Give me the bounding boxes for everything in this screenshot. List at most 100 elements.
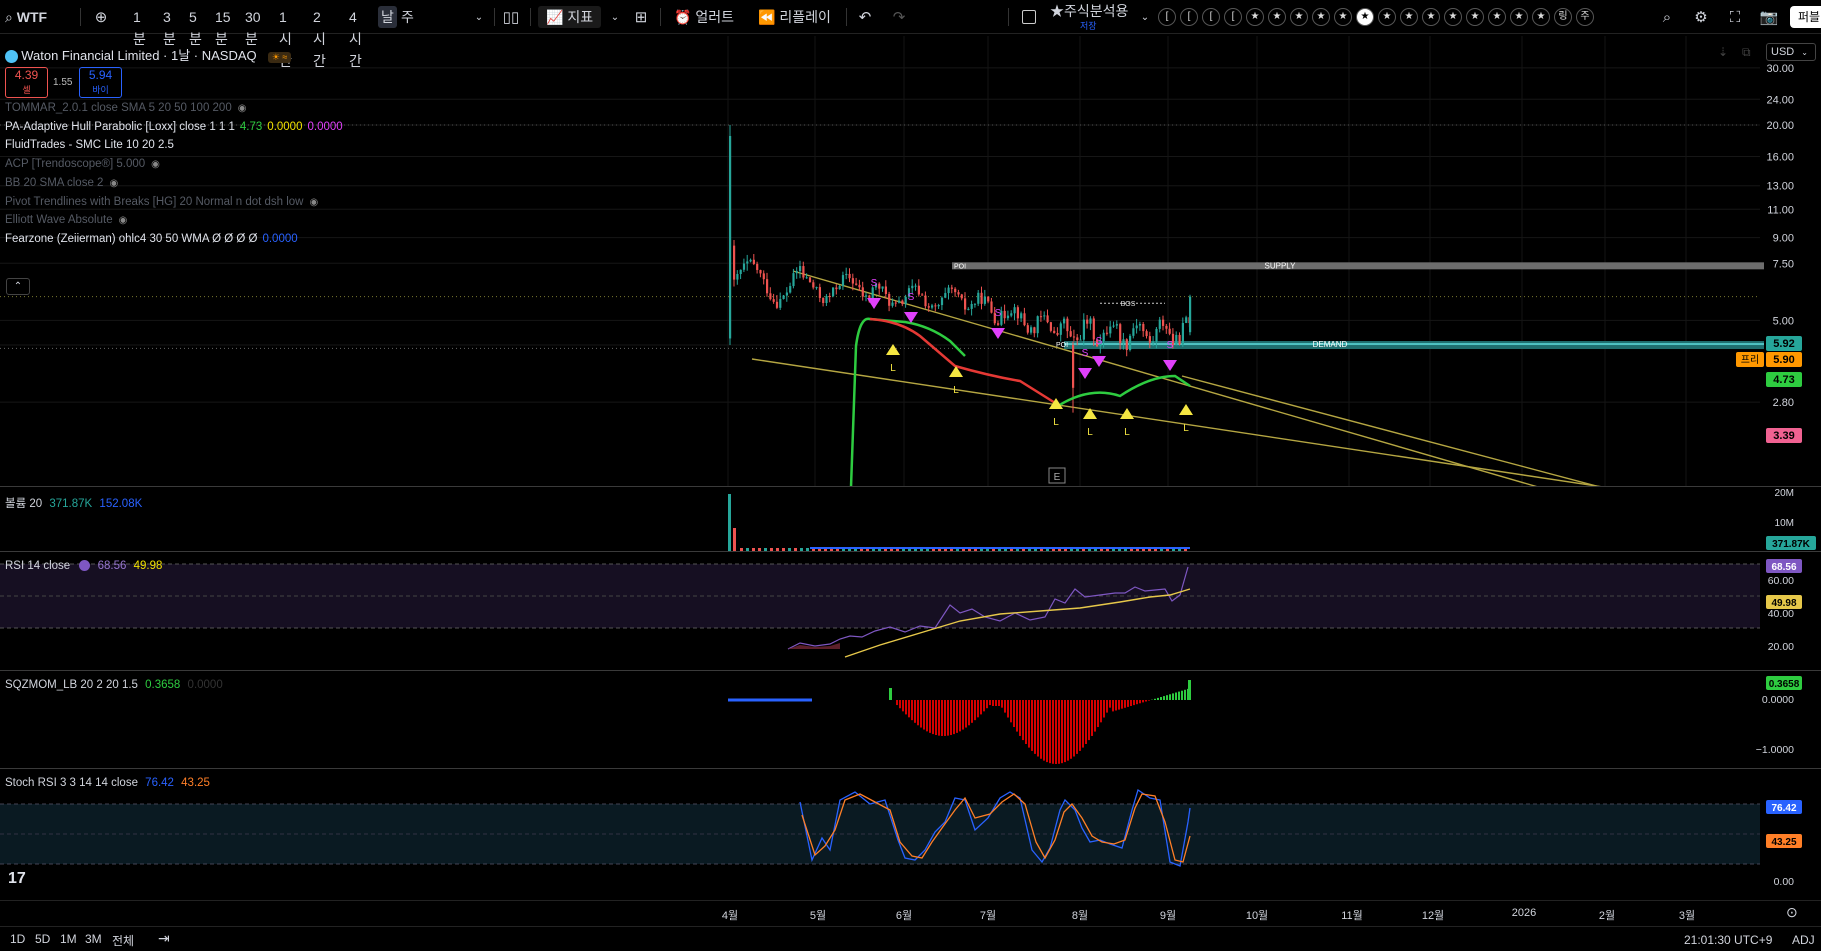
sqz-histogram-bar	[1106, 700, 1108, 713]
third-trendline	[1181, 375, 1599, 486]
favorite-tool-16[interactable]: ★	[1510, 8, 1528, 26]
undo-icon[interactable]: ↶	[854, 6, 876, 28]
volume-pane[interactable]: 20M 10M 371.87K 볼륨 20 371.87K 152.08K	[0, 488, 1821, 552]
eye-hidden-icon[interactable]: ◉	[119, 215, 128, 226]
fullscreen-icon[interactable]: ⛶	[1724, 6, 1746, 28]
sell-button[interactable]: 4.39 셀	[5, 67, 48, 98]
indicator-legend-2[interactable]: FluidTrades - SMC Lite 10 20 2.5	[5, 139, 174, 151]
candle-style-icon[interactable]: ▯▯	[500, 6, 522, 28]
favorite-tool-5[interactable]: ★	[1268, 8, 1286, 26]
squeeze-momentum-pane[interactable]: 0.0000 −1.0000 0.3658 SQZMOM_LB 20 2 20 1.…	[0, 672, 1821, 769]
symbol-search[interactable]: ⌕ WTF	[5, 6, 47, 28]
candle-body	[888, 293, 891, 306]
scroll-down-icon[interactable]: ⇣	[1718, 45, 1728, 59]
indicators-button[interactable]: 📈 지표	[538, 6, 602, 28]
rsi-chart[interactable]: 60.00 40.00 20.00 68.56 49.98	[0, 553, 1821, 671]
range-button-1[interactable]: 5D	[35, 932, 50, 946]
interval-0[interactable]: 1분	[130, 6, 149, 47]
favorite-tool-0[interactable]: [	[1158, 8, 1176, 26]
favorite-tool-19[interactable]: 주	[1576, 8, 1594, 26]
publish-button[interactable]: 퍼블	[1790, 6, 1821, 28]
stoch-axis-label: 0.00	[1774, 876, 1795, 888]
indicator-legend-7[interactable]: Fearzone (Zeiierman) ohlc4 30 50 WMA Ø Ø…	[5, 233, 298, 245]
squeeze-chart[interactable]: 0.0000 −1.0000 0.3658	[0, 672, 1821, 769]
chevron-down-icon[interactable]: ⌄	[604, 6, 626, 28]
favorite-tool-1[interactable]: [	[1180, 8, 1198, 26]
price-chart[interactable]: 30.00 24.00 20.00 16.00 13.00 11.00 9.00 7.50 5.…	[0, 36, 1821, 487]
currency-select[interactable]: USD ⌄	[1766, 43, 1816, 61]
interval-6[interactable]: 2시간	[310, 6, 329, 69]
volume-chart[interactable]: 20M 10M 371.87K	[0, 488, 1821, 552]
indicator-legend-0[interactable]: TOMMAR_2.0.1 close SMA 5 20 50 100 200 ◉	[5, 102, 246, 114]
interval-7[interactable]: 4시간	[346, 6, 365, 69]
favorite-tool-18[interactable]: 링	[1554, 8, 1572, 26]
buy-button[interactable]: 5.94 바이	[79, 67, 122, 98]
chevron-down-icon[interactable]: ⌄	[1134, 6, 1156, 28]
layouts-grid-icon[interactable]: ⊞	[630, 6, 652, 28]
indicator-legend-4[interactable]: BB 20 SMA close 2 ◉	[5, 177, 118, 189]
checkbox-icon[interactable]	[1022, 10, 1036, 24]
clock[interactable]: 21:01:30 UTC+9	[1684, 933, 1772, 947]
range-button-4[interactable]: 전체	[112, 932, 134, 949]
time-axis[interactable]: 4월 5월 6월 7월 8월 9월 10월 11월 12월 2026 2월 3월	[0, 900, 1821, 926]
candle-body	[947, 287, 950, 294]
favorite-tool-3[interactable]: [	[1224, 8, 1242, 26]
range-button-3[interactable]: 3M	[85, 932, 102, 946]
add-symbol-icon[interactable]: ⊕	[90, 6, 112, 28]
interval-3[interactable]: 15분	[212, 6, 234, 47]
favorite-tool-6[interactable]: ★	[1290, 8, 1308, 26]
gear-icon[interactable]: ⚙	[1690, 6, 1712, 28]
favorite-tool-8[interactable]: ★	[1334, 8, 1352, 26]
redo-icon[interactable]: ↷	[888, 6, 910, 28]
interval-8[interactable]: 날	[378, 6, 397, 28]
search-magnifier-icon[interactable]: ⌕	[1656, 6, 1678, 28]
favorite-tool-7[interactable]: ★	[1312, 8, 1330, 26]
indicator-legend-3[interactable]: ACP [Trendoscope®] 5.000 ◉	[5, 158, 160, 170]
indicator-legend-6[interactable]: Elliott Wave Absolute ◉	[5, 214, 127, 226]
rsi-pane[interactable]: 60.00 40.00 20.00 68.56 49.98 RSI 14 close 6…	[0, 553, 1821, 671]
indicator-legend-1[interactable]: PA-Adaptive Hull Parabolic [Loxx] close …	[5, 121, 343, 133]
favorite-tool-12[interactable]: ★	[1422, 8, 1440, 26]
stoch-rsi-chart[interactable]: 0.00 76.42 43.25	[0, 770, 1821, 900]
eye-hidden-icon[interactable]: ◉	[151, 159, 160, 170]
range-button-0[interactable]: 1D	[10, 932, 25, 946]
volume-bar	[740, 548, 743, 551]
favorite-tool-9[interactable]: ★	[1356, 8, 1374, 26]
interval-1[interactable]: 3분	[160, 6, 179, 47]
favorite-tool-2[interactable]: [	[1202, 8, 1220, 26]
favorite-tool-13[interactable]: ★	[1444, 8, 1462, 26]
favorite-tool-17[interactable]: ★	[1532, 8, 1550, 26]
camera-icon[interactable]: 📷	[1758, 6, 1780, 28]
restore-icon[interactable]: ⧉	[1742, 45, 1751, 60]
interval-4[interactable]: 30분	[242, 6, 264, 47]
favorite-tool-15[interactable]: ★	[1488, 8, 1506, 26]
indicator-legend-5[interactable]: Pivot Trendlines with Breaks [HG] 20 Nor…	[5, 196, 318, 208]
interval-9[interactable]: 주	[398, 6, 417, 28]
stoch-rsi-pane[interactable]: 0.00 76.42 43.25 Stoch RSI 3 3 14 14 close…	[0, 770, 1821, 900]
collapse-legend-button[interactable]: ⌃	[6, 278, 30, 295]
replay-button[interactable]: ⏪ 리플레이	[758, 6, 831, 28]
price-pane[interactable]: 30.00 24.00 20.00 16.00 13.00 11.00 9.00 7.50 5.…	[0, 36, 1821, 487]
eye-hidden-icon[interactable]: ◉	[109, 178, 118, 189]
sqz-histogram-bar	[1103, 700, 1105, 718]
layout-name[interactable]: ★주식분석용	[1050, 3, 1128, 19]
eye-hidden-icon[interactable]: ◉	[310, 197, 319, 208]
favorite-tool-4[interactable]: ★	[1246, 8, 1264, 26]
sqz-histogram-bar	[932, 700, 934, 735]
favorite-tool-14[interactable]: ★	[1466, 8, 1484, 26]
range-button-2[interactable]: 1M	[60, 932, 77, 946]
favorite-tool-10[interactable]: ★	[1378, 8, 1396, 26]
favorite-tool-11[interactable]: ★	[1400, 8, 1418, 26]
eye-hidden-icon[interactable]: ◉	[238, 103, 247, 114]
interval-2[interactable]: 5분	[186, 6, 205, 47]
candle-body	[1066, 318, 1069, 332]
adjust-toggle[interactable]: ADJ	[1792, 933, 1815, 947]
interval-5[interactable]: 1시간	[276, 6, 295, 69]
goto-date-icon[interactable]: ⇥	[158, 930, 170, 947]
candle-body	[805, 277, 808, 279]
rsi-settings-icon[interactable]	[79, 560, 91, 572]
time-axis-settings-icon[interactable]: ⊙	[1786, 904, 1798, 921]
chevron-down-icon[interactable]: ⌄	[468, 6, 490, 28]
chart-title[interactable]: Waton Financial Limited · 1날 · NASDAQ	[21, 48, 256, 63]
alert-button[interactable]: ⏰ 얼러트	[674, 6, 734, 28]
